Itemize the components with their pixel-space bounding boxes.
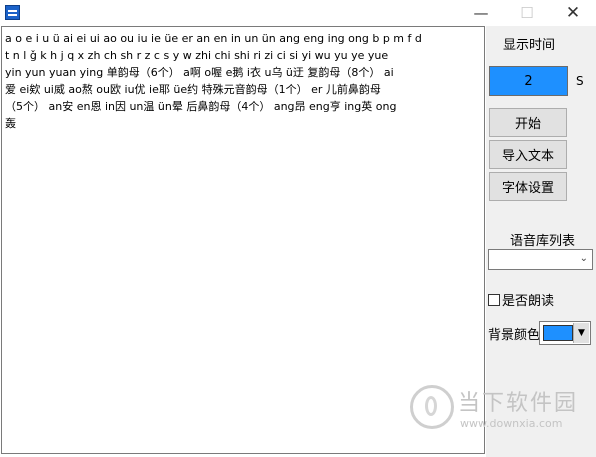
import-text-button[interactable]: 导入文本 xyxy=(489,140,567,169)
checkbox-icon[interactable] xyxy=(488,293,500,306)
editor-line: （5个） an安 en恩 in因 un温 ün晕 后鼻韵母（4个） ang昂 e… xyxy=(5,100,397,113)
minimize-button[interactable]: — xyxy=(458,0,504,26)
close-button[interactable]: ✕ xyxy=(550,0,596,26)
voice-list-dropdown[interactable]: ⌄ xyxy=(488,249,593,270)
time-unit-label: S xyxy=(576,74,584,88)
editor-line: 爱 ei欸 ui威 ao熬 ou欧 iu优 ie耶 üe约 特殊元音韵母（1个）… xyxy=(5,83,381,96)
maximize-button[interactable]: ☐ xyxy=(504,0,550,26)
background-color-label: 背景颜色 xyxy=(488,328,541,343)
editor-line: yin yun yuan ying 单韵母（6个） a啊 o喔 e鹅 i衣 u乌… xyxy=(5,66,394,79)
editor-line: 轰 xyxy=(5,117,16,130)
show-time-label: 显示时间 xyxy=(503,38,556,53)
read-aloud-checkbox[interactable]: 是否朗读 xyxy=(488,290,554,309)
editor-line: a o e i u ü ai ei ui ao ou iu ie üe er a… xyxy=(5,32,422,45)
editor-line: t n l ǧ k h j q x zh ch sh r z c s y w z… xyxy=(5,49,389,62)
start-button[interactable]: 开始 xyxy=(489,108,567,137)
watermark-url: www.downxia.com xyxy=(460,417,563,430)
watermark-text: 当下软件园 xyxy=(458,391,579,416)
time-display[interactable]: 2 xyxy=(489,66,568,96)
app-icon xyxy=(5,5,20,20)
text-editor[interactable]: a o e i u ü ai ei ui ao ou iu ie üe er a… xyxy=(1,26,485,454)
background-color-picker[interactable]: ▼ xyxy=(539,321,591,345)
voice-list-label: 语音库列表 xyxy=(510,234,576,249)
font-settings-button[interactable]: 字体设置 xyxy=(489,172,567,201)
dropdown-arrow-icon[interactable]: ▼ xyxy=(573,323,589,343)
title-bar: — ☐ ✕ xyxy=(0,0,596,26)
color-swatch xyxy=(543,325,573,341)
chevron-down-icon: ⌄ xyxy=(579,253,588,264)
watermark-logo-icon xyxy=(410,385,454,429)
read-aloud-label: 是否朗读 xyxy=(502,294,555,309)
